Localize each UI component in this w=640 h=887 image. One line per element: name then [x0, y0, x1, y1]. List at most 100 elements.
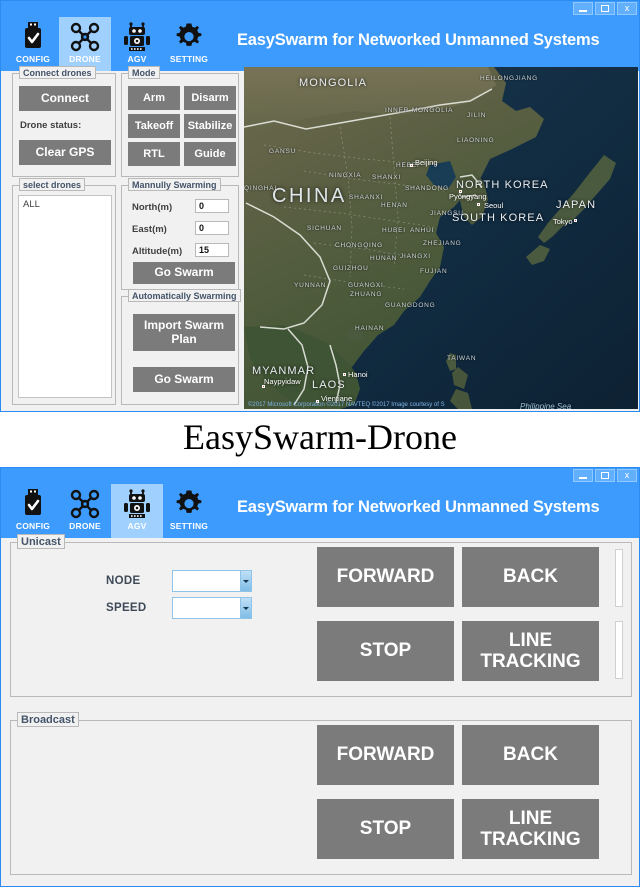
- map-province-label: HUBEI: [382, 227, 406, 234]
- tab-config-label: CONFIG: [16, 521, 50, 531]
- map-province-label: HENAN: [381, 202, 408, 209]
- map-province-label: NINGXIA: [329, 172, 361, 179]
- unicast-forward-button[interactable]: FORWARD: [317, 547, 454, 607]
- agv-window: x CONFIG: [0, 467, 640, 887]
- agv-titlebar: x: [1, 468, 639, 484]
- window-controls-drone: x: [573, 2, 637, 15]
- disarm-button[interactable]: Disarm: [184, 86, 236, 110]
- map-country-label: JAPAN: [556, 199, 596, 211]
- speed-select[interactable]: [172, 597, 252, 619]
- map-country-label: SOUTH KOREA: [452, 212, 544, 224]
- connect-button[interactable]: Connect: [19, 86, 111, 111]
- tab-setting-label: SETTING: [170, 54, 208, 64]
- tab-config[interactable]: CONFIG: [7, 17, 59, 71]
- agv-toolbar: CONFIG: [1, 484, 639, 538]
- minimize-button[interactable]: [573, 2, 593, 15]
- altitude-input[interactable]: 15: [195, 243, 229, 257]
- broadcast-back-button[interactable]: BACK: [462, 725, 599, 785]
- scroll-stub-lower[interactable]: [615, 621, 623, 679]
- tab-drone[interactable]: DRONE: [59, 17, 111, 71]
- map-province-label: SHAANXI: [349, 194, 383, 201]
- quadcopter-icon: [70, 488, 100, 520]
- map-city-marker: [410, 164, 413, 167]
- map-province-label: LIAONING: [457, 137, 494, 144]
- quadcopter-icon: [70, 21, 100, 53]
- map-terrain: [244, 67, 638, 409]
- auto-go-swarm-button[interactable]: Go Swarm: [133, 367, 235, 392]
- close-button[interactable]: x: [617, 469, 637, 482]
- map-province-label: INNER MONGOLIA: [385, 107, 453, 114]
- list-item[interactable]: ALL: [23, 199, 107, 210]
- broadcast-stop-button[interactable]: STOP: [317, 799, 454, 859]
- maximize-button[interactable]: [595, 469, 615, 482]
- stabilize-button[interactable]: Stabilize: [184, 114, 236, 138]
- app-title: EasySwarm for Networked Unmanned Systems: [237, 498, 599, 517]
- tab-agv[interactable]: AGV: [111, 484, 163, 538]
- drone-titlebar: x: [1, 1, 639, 17]
- map-country-label: NORTH KOREA: [456, 179, 549, 191]
- connect-drones-group: Connect drones Connect Drone status: Cle…: [12, 73, 116, 177]
- arm-button[interactable]: Arm: [128, 86, 180, 110]
- map-province-label: ANHUI: [410, 227, 434, 234]
- unicast-back-button[interactable]: BACK: [462, 547, 599, 607]
- tab-agv[interactable]: AGV: [111, 17, 163, 71]
- window-controls-agv: x: [573, 469, 637, 482]
- map-province-label: SHANXI: [372, 174, 401, 181]
- maximize-button[interactable]: [595, 2, 615, 15]
- map-city-marker: [477, 203, 480, 206]
- tab-setting-label: SETTING: [170, 521, 208, 531]
- select-drones-group: select drones ALL: [12, 185, 116, 405]
- map-city-label: Pyŏngyang: [449, 192, 487, 201]
- chevron-down-icon[interactable]: [240, 571, 251, 591]
- broadcast-line-tracking-button[interactable]: LINE TRACKING: [462, 799, 599, 859]
- north-input[interactable]: 0: [195, 199, 229, 213]
- map-province-label: SICHUAN: [307, 225, 342, 232]
- minimize-button[interactable]: [573, 469, 593, 482]
- page-root: x CONFIG: [0, 0, 640, 887]
- usb-check-icon: [21, 488, 45, 520]
- scroll-stub-upper[interactable]: [615, 549, 623, 607]
- map-city-label: Naypyidaw: [264, 377, 301, 386]
- clear-gps-button[interactable]: Clear GPS: [19, 140, 111, 165]
- east-input[interactable]: 0: [195, 221, 229, 235]
- node-label: NODE: [106, 575, 140, 587]
- broadcast-forward-button[interactable]: FORWARD: [317, 725, 454, 785]
- tab-config[interactable]: CONFIG: [7, 484, 59, 538]
- chevron-down-icon[interactable]: [240, 598, 251, 618]
- east-label: East(m): [132, 224, 167, 235]
- auto-swarming-group: Automatically Swarming Import Swarm Plan…: [121, 296, 239, 405]
- map-city-label: Seoul: [484, 201, 503, 210]
- manual-go-swarm-button[interactable]: Go Swarm: [133, 262, 235, 284]
- mode-group: Mode Arm Disarm Takeoff Stabilize RTL Gu…: [121, 73, 239, 177]
- map-province-label: FUJIAN: [420, 268, 448, 275]
- map-city-marker: [574, 219, 577, 222]
- map-city-marker: [343, 373, 346, 376]
- close-button[interactable]: x: [617, 2, 637, 15]
- rtl-button[interactable]: RTL: [128, 142, 180, 166]
- unicast-stop-button[interactable]: STOP: [317, 621, 454, 681]
- tab-setting[interactable]: SETTING: [163, 17, 215, 71]
- import-swarm-plan-button[interactable]: Import Swarm Plan: [133, 314, 235, 351]
- map-province-label: CHONGQING: [335, 242, 383, 249]
- unicast-line-tracking-button[interactable]: LINE TRACKING: [462, 621, 599, 681]
- map-view[interactable]: MONGOLIACHINANORTH KOREASOUTH KOREAJAPAN…: [244, 67, 638, 409]
- map-city-label: Hanoi: [348, 370, 368, 379]
- drone-list[interactable]: ALL: [18, 195, 112, 398]
- north-label: North(m): [132, 202, 172, 213]
- map-city-marker: [262, 385, 265, 388]
- map-province-label: HEILONGJIANG: [480, 75, 538, 82]
- tab-drone[interactable]: DRONE: [59, 484, 111, 538]
- map-province-label: YUNNAN: [294, 282, 326, 289]
- mode-label: Mode: [128, 66, 160, 79]
- connect-drones-label: Connect drones: [19, 66, 96, 79]
- drone-window: x CONFIG: [0, 0, 640, 412]
- tab-setting[interactable]: SETTING: [163, 484, 215, 538]
- guide-button[interactable]: Guide: [184, 142, 236, 166]
- map-province-label: ZHUANG: [350, 291, 382, 298]
- drone-toolbar: CONFIG: [1, 17, 639, 71]
- takeoff-button[interactable]: Takeoff: [128, 114, 180, 138]
- figure-caption: EasySwarm-Drone: [0, 416, 640, 458]
- broadcast-group: Broadcast FORWARD BACK STOP LINE TRACKIN…: [10, 720, 632, 875]
- app-title: EasySwarm for Networked Unmanned Systems: [237, 31, 599, 50]
- node-select[interactable]: [172, 570, 252, 592]
